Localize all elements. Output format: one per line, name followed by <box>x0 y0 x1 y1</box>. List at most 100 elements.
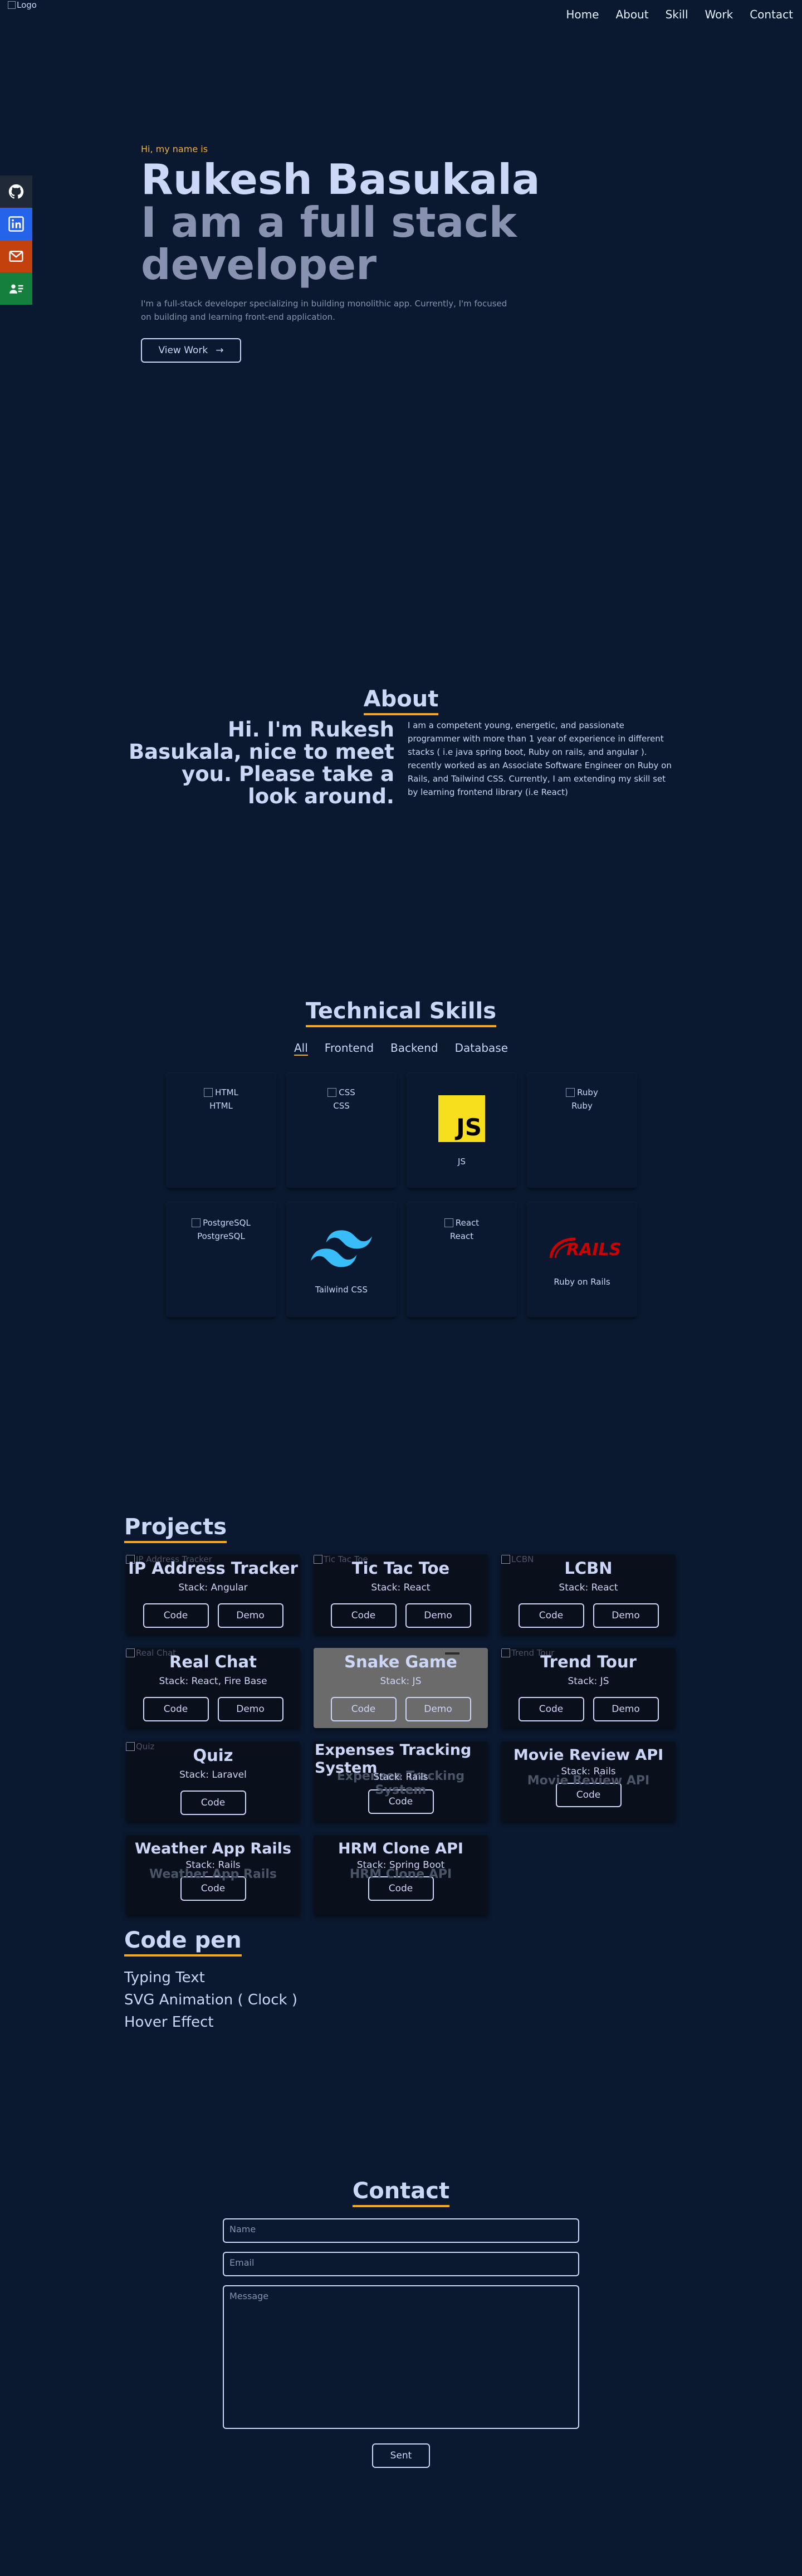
broken-image-icon <box>566 1088 575 1097</box>
filter-backend[interactable]: Backend <box>390 1041 438 1056</box>
codepen-title-text: Code pen <box>124 1928 242 1957</box>
about-title: About <box>0 686 802 715</box>
filter-all[interactable]: All <box>294 1041 308 1056</box>
broken-image-icon <box>204 1088 213 1097</box>
project-card-movie-review-api: Movie Review API Movie Review API Stack:… <box>501 1741 676 1822</box>
skill-label: Ruby on Rails <box>554 1277 610 1287</box>
broken-image-icon <box>444 1218 453 1227</box>
skill-label: JS <box>458 1157 466 1167</box>
filter-frontend[interactable]: Frontend <box>325 1041 374 1056</box>
linkedin-icon <box>8 216 24 232</box>
demo-button[interactable]: Demo <box>405 1697 471 1721</box>
code-button[interactable]: Code <box>330 1603 397 1628</box>
name-field[interactable]: Name <box>223 2218 579 2243</box>
code-button[interactable]: Code <box>518 1603 584 1628</box>
social-sidebar <box>0 175 32 305</box>
code-button[interactable]: Code <box>180 1790 246 1815</box>
project-card-lcbn: LCBN LCBN Stack: React Code Demo <box>501 1554 676 1635</box>
skill-alt: Ruby <box>577 1087 598 1097</box>
skill-card-js: JS JS <box>407 1073 516 1188</box>
project-stack: Stack: React, Fire Base <box>159 1676 267 1687</box>
about-title-text: About <box>363 686 439 715</box>
project-title: Snake Game <box>344 1652 457 1671</box>
arrow-right-icon: → <box>216 345 224 356</box>
project-card-real-chat: Real Chat Real Chat Stack: React, Fire B… <box>126 1648 300 1728</box>
rails-logo-icon: RAILS <box>549 1237 621 1263</box>
skill-card-react: React React <box>407 1202 516 1317</box>
code-button[interactable]: Code <box>518 1697 584 1721</box>
mail-icon <box>9 251 23 262</box>
skill-label: Tailwind CSS <box>315 1285 368 1295</box>
code-button[interactable]: Code <box>143 1603 209 1628</box>
message-field[interactable]: Message <box>223 2285 579 2429</box>
resume-icon <box>9 284 23 294</box>
nav-link-about[interactable]: About <box>615 8 648 21</box>
code-button[interactable]: Code <box>143 1697 209 1721</box>
email-field[interactable]: Email <box>223 2252 579 2276</box>
codepen-title: Code pen <box>124 1928 242 1957</box>
name-placeholder: Name <box>229 2224 256 2235</box>
skill-alt: CSS <box>339 1087 355 1097</box>
github-link[interactable] <box>0 175 32 208</box>
project-title: Tic Tac Toe <box>351 1559 450 1578</box>
project-stack: Stack: Rails <box>561 1766 616 1777</box>
projects-title: Projects <box>124 1514 227 1543</box>
resume-link[interactable] <box>0 272 32 305</box>
codepen-item-typing-text[interactable]: Typing Text <box>124 1967 297 1989</box>
project-stack: Stack: Spring Boot <box>356 1860 445 1871</box>
broken-image-icon <box>327 1088 337 1097</box>
project-stack: Stack: JS <box>380 1676 422 1687</box>
nav-link-home[interactable]: Home <box>566 8 599 21</box>
demo-button[interactable]: Demo <box>593 1697 659 1721</box>
contact-title: Contact <box>0 2178 802 2207</box>
js-logo-icon: JS <box>438 1095 485 1142</box>
codepen-item-svg-clock[interactable]: SVG Animation ( Clock ) <box>124 1989 297 2011</box>
demo-button[interactable]: Demo <box>593 1603 659 1628</box>
project-stack: Stack: React <box>371 1582 431 1593</box>
demo-button[interactable]: Demo <box>217 1603 283 1628</box>
email-placeholder: Email <box>229 2257 255 2268</box>
skill-label: PostgreSQL <box>197 1231 245 1241</box>
skill-card-postgresql: PostgreSQL PostgreSQL <box>167 1202 276 1317</box>
skill-alt: PostgreSQL <box>203 1218 251 1228</box>
skill-card-css: CSS CSS <box>287 1073 396 1188</box>
code-button[interactable]: Code <box>330 1697 397 1721</box>
send-button[interactable]: Sent <box>372 2443 430 2468</box>
skill-alt: React <box>455 1218 480 1228</box>
nav-link-skill[interactable]: Skill <box>666 8 688 21</box>
project-stack: Stack: React <box>559 1582 618 1593</box>
skill-card-rails: RAILS Ruby on Rails <box>527 1202 637 1317</box>
hero-section: Hi, my name is Rukesh Basukala I am a fu… <box>141 144 542 363</box>
project-title: Real Chat <box>169 1652 257 1671</box>
tailwind-logo-icon <box>311 1230 372 1267</box>
project-stack: Stack: Rails <box>185 1860 241 1871</box>
view-work-label: View Work <box>158 345 208 356</box>
project-card-weather-app-rails: Weather App Rails Weather App Rails Stac… <box>126 1835 300 1915</box>
logo[interactable]: Logo <box>8 0 37 10</box>
main-nav: Home About Skill Work Contact <box>566 8 793 21</box>
codepen-item-hover-effect[interactable]: Hover Effect <box>124 2011 297 2033</box>
project-stack: Stack: JS <box>568 1676 609 1687</box>
project-title: HRM Clone API <box>338 1840 463 1857</box>
view-work-button[interactable]: View Work → <box>141 338 241 363</box>
skills-title: Technical Skills <box>0 998 802 1027</box>
skill-label: CSS <box>333 1101 350 1111</box>
mail-link[interactable] <box>0 240 32 272</box>
skill-alt: HTML <box>215 1087 238 1097</box>
project-stack: Stack: Laravel <box>179 1769 247 1780</box>
nav-link-work[interactable]: Work <box>705 8 733 21</box>
broken-image-icon <box>8 1 16 9</box>
project-title: IP Address Tracker <box>128 1559 298 1578</box>
nav-link-contact[interactable]: Contact <box>750 8 793 21</box>
logo-alt-text: Logo <box>17 0 37 10</box>
project-title: LCBN <box>564 1559 613 1578</box>
demo-button[interactable]: Demo <box>217 1697 283 1721</box>
project-title: Weather App Rails <box>134 1840 292 1857</box>
project-card-trend-tour: Trend Tour Trend Tour Stack: JS Code Dem… <box>501 1648 676 1728</box>
linkedin-link[interactable] <box>0 208 32 240</box>
project-stack: Stack: Angular <box>178 1582 248 1593</box>
skill-card-ruby: Ruby Ruby <box>527 1073 637 1188</box>
demo-button[interactable]: Demo <box>405 1603 471 1628</box>
hero-greeting: Hi, my name is <box>141 144 208 154</box>
filter-database[interactable]: Database <box>455 1041 508 1056</box>
